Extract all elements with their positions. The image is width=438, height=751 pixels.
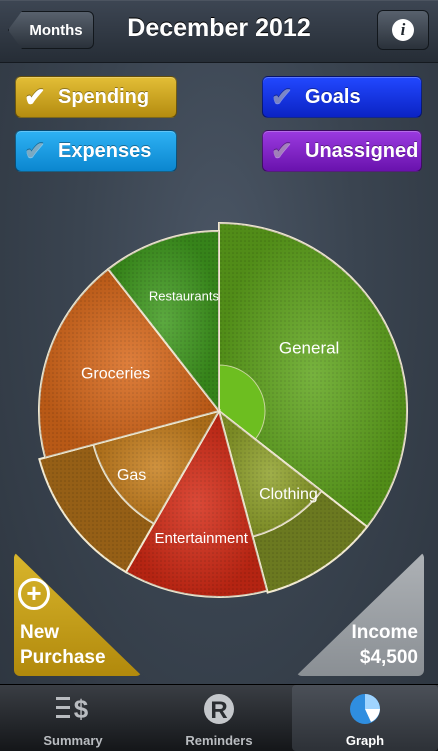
info-icon: i xyxy=(392,19,414,41)
tab-reminders[interactable]: R Reminders xyxy=(146,685,292,751)
months-back-button[interactable]: Months xyxy=(8,11,94,49)
page-title: December 2012 xyxy=(127,14,311,42)
filter-spending-button[interactable]: ✔ Spending xyxy=(15,76,177,118)
checkmark-icon: ✔ xyxy=(271,136,293,166)
income-display[interactable]: Income $4,500 xyxy=(351,620,418,670)
filter-unassigned-button[interactable]: ✔ Unassigned xyxy=(262,130,422,172)
pie-label-general: General xyxy=(279,339,339,358)
tab-summary[interactable]: $ Summary xyxy=(0,685,146,751)
income-value: $4,500 xyxy=(359,647,418,668)
tab-summary-label: Summary xyxy=(43,733,103,748)
checkmark-icon: ✔ xyxy=(24,82,46,112)
svg-text:$: $ xyxy=(74,694,89,724)
summary-icon: $ xyxy=(56,694,89,724)
filter-goals-button[interactable]: ✔ Goals xyxy=(262,76,422,118)
new-purchase-line2: Purchase xyxy=(20,647,106,668)
tab-graph-label: Graph xyxy=(345,733,385,748)
filter-expenses-label: Expenses xyxy=(58,139,152,162)
reminders-icon: R xyxy=(204,694,234,724)
pie-label-entertainment: Entertainment xyxy=(154,530,248,547)
plus-icon[interactable]: + xyxy=(18,578,50,610)
filter-goals-label: Goals xyxy=(305,85,361,108)
svg-text:R: R xyxy=(210,697,227,724)
tab-bar: $ Summary R Reminders Graph xyxy=(0,684,438,751)
pie-label-gas: Gas xyxy=(117,467,146,484)
navigation-bar: Months December 2012 i xyxy=(0,0,438,63)
back-button-label: Months xyxy=(29,21,83,39)
graph-icon xyxy=(350,694,380,724)
tab-graph[interactable]: Graph xyxy=(292,685,438,751)
tab-reminders-label: Reminders xyxy=(185,733,253,748)
pie-label-groceries: Groceries xyxy=(81,366,150,383)
app-screen: Months December 2012 i ✔ Spending ✔ Goal… xyxy=(0,0,438,751)
filter-spending-label: Spending xyxy=(58,85,150,108)
pie-label-restaurants: Restaurants xyxy=(149,289,220,304)
info-button[interactable]: i xyxy=(377,10,429,50)
spending-pie-chart: General Clothing Entertainment Gas Groceries… xyxy=(38,221,408,598)
income-label: Income xyxy=(351,622,418,643)
new-purchase-line1: New xyxy=(20,622,60,643)
pie-label-clothing: Clothing xyxy=(259,486,318,503)
checkmark-icon: ✔ xyxy=(24,136,46,166)
checkmark-icon: ✔ xyxy=(271,82,293,112)
filter-unassigned-label: Unassigned xyxy=(305,139,419,162)
filter-expenses-button[interactable]: ✔ Expenses xyxy=(15,130,177,172)
new-purchase-label[interactable]: New Purchase xyxy=(20,620,106,670)
